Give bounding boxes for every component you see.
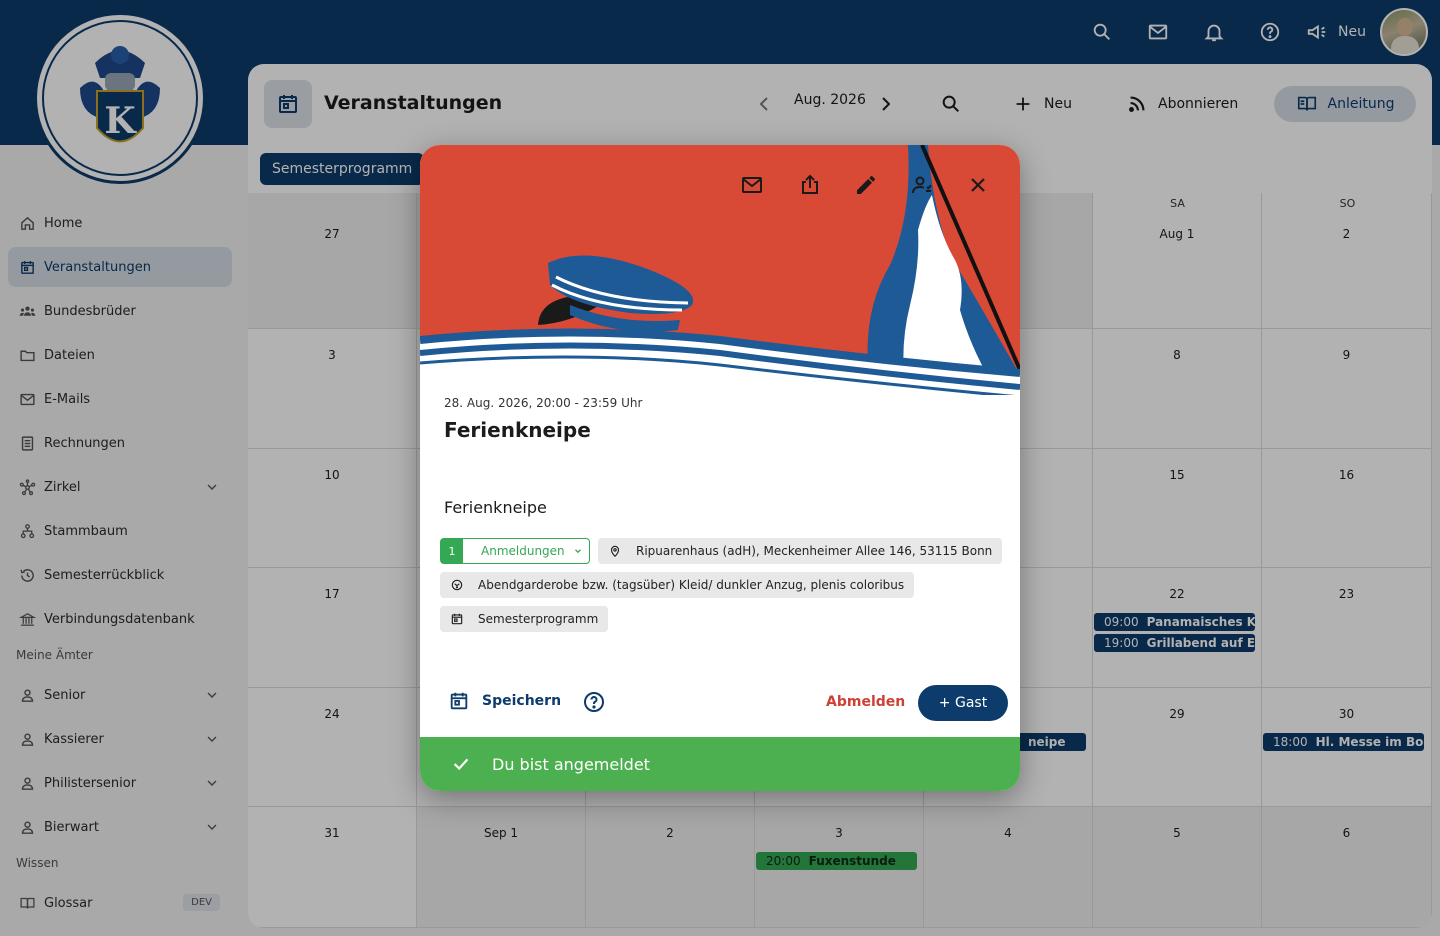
registration-count: 1 — [441, 539, 463, 563]
event-title: Ferienkneipe — [444, 418, 591, 442]
edit-icon[interactable] — [854, 173, 882, 201]
event-date: 28. Aug. 2026, 20:00 - 23:59 Uhr — [444, 396, 643, 410]
category-chip: Semesterprogramm — [440, 606, 609, 632]
success-banner: Du bist angemeldet — [420, 737, 1020, 791]
mail-icon[interactable] — [740, 173, 768, 201]
share-icon[interactable] — [798, 173, 826, 201]
location-text: Ripuarenhaus (adH), Meckenheimer Allee 1… — [636, 544, 993, 558]
dress-code-chip: Abendgarderobe bzw. (tagsüber) Kleid/ du… — [440, 572, 915, 598]
close-icon[interactable] — [966, 173, 994, 201]
dress-code-text: Abendgarderobe bzw. (tagsüber) Kleid/ du… — [478, 578, 905, 592]
location-chip[interactable]: Ripuarenhaus (adH), Meckenheimer Allee 1… — [598, 538, 1003, 564]
calendar-icon — [450, 692, 468, 710]
check-icon — [453, 758, 469, 771]
location-pin-icon — [610, 545, 620, 558]
category-text: Semesterprogramm — [478, 612, 599, 626]
dialog-actions — [420, 173, 1020, 201]
dress-code-icon — [451, 579, 463, 591]
registrations-dropdown[interactable]: 1 Anmeldungen — [440, 538, 590, 564]
save-to-calendar-button[interactable]: Speichern — [448, 690, 561, 712]
calendar-icon — [451, 613, 463, 625]
manage-guests-icon[interactable] — [910, 173, 938, 201]
help-icon[interactable] — [582, 690, 606, 714]
registration-label: Anmeldungen — [481, 544, 565, 558]
success-message: Du bist angemeldet — [492, 754, 650, 774]
save-label: Speichern — [482, 693, 562, 709]
add-guest-button[interactable]: + Gast — [918, 685, 1008, 721]
chevron-down-icon — [574, 549, 581, 554]
event-dialog: 28. Aug. 2026, 20:00 - 23:59 Uhr Ferienk… — [420, 145, 1020, 791]
event-description: Ferienkneipe — [444, 498, 547, 517]
unregister-button[interactable]: Abmelden — [826, 694, 905, 710]
